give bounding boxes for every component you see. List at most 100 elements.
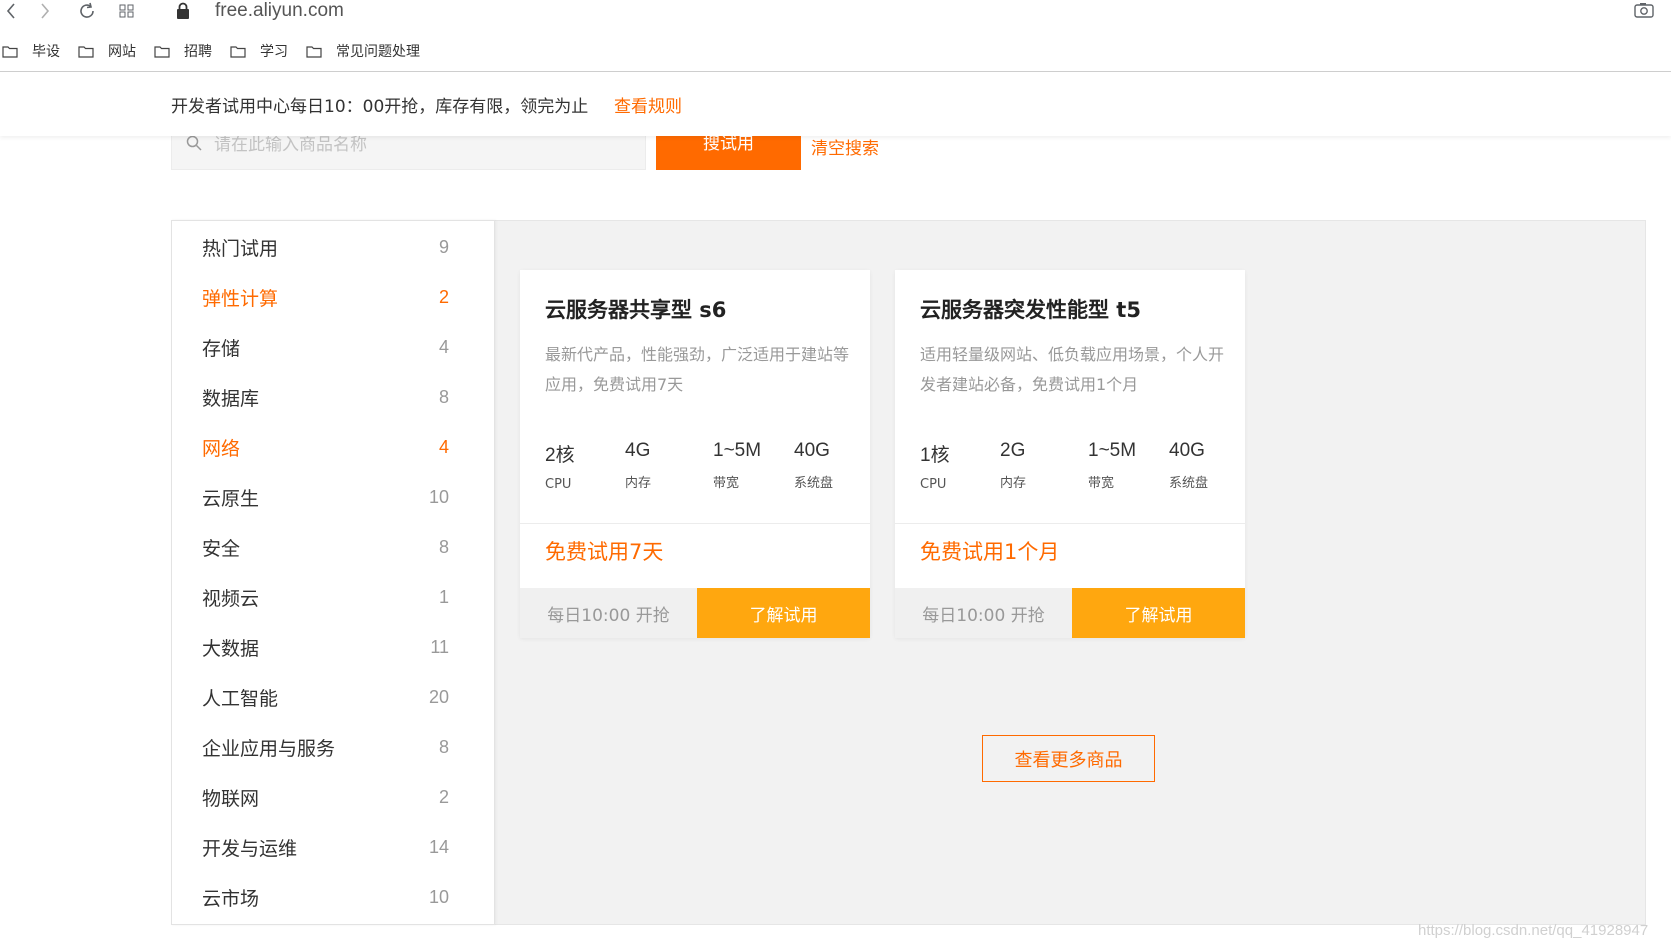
spec-disk: 40G 系统盘 [1169, 440, 1208, 491]
spec-value: 2核 [545, 445, 575, 466]
spec-value: 40G [794, 440, 830, 461]
category-item[interactable]: 大数据 11 [172, 622, 494, 672]
spec-value: 1~5M [713, 440, 762, 461]
address-bar-url[interactable]: free.aliyun.com [215, 0, 344, 22]
category-count: 8 [438, 736, 449, 757]
bookmark-folder[interactable]: 毕设 [2, 41, 60, 61]
apps-grid-icon [119, 4, 134, 18]
reload-icon [80, 2, 94, 18]
forward-button[interactable] [34, 0, 56, 22]
schedule-text: 每日10:00 开抢 [895, 588, 1072, 638]
product-card[interactable]: 云服务器突发性能型 t5 适用轻量级网站、低负载应用场景，个人开发者建站必备，免… [895, 270, 1245, 638]
category-count: 11 [430, 636, 449, 657]
learn-trial-button[interactable]: 了解试用 [697, 588, 870, 638]
spec-cpu: 2核 CPU [545, 440, 575, 492]
spec-bandwidth: 1~5M 带宽 [1088, 440, 1136, 491]
bookmarks-bar: 毕设 网站 招聘 学习 常见问题处理 [0, 36, 1671, 66]
category-label: 弹性计算 [202, 287, 279, 310]
apps-button[interactable] [116, 0, 138, 22]
forward-arrow-icon [41, 3, 50, 19]
spec-label: 内存 [625, 476, 652, 491]
category-item[interactable]: 云市场 10 [172, 872, 494, 922]
category-label: 开发与运维 [202, 837, 298, 860]
category-item[interactable]: 视频云 1 [172, 572, 494, 622]
category-item[interactable]: 数据库 8 [172, 372, 494, 422]
category-item[interactable]: 云原生 10 [172, 472, 494, 522]
category-label: 存储 [202, 337, 241, 360]
category-item[interactable]: 企业应用与服务 8 [172, 722, 494, 772]
bookmark-folder[interactable]: 网站 [78, 41, 136, 61]
category-count: 2 [438, 286, 449, 307]
watermark-text: https://blog.csdn.net/qq_41928947 [1418, 922, 1649, 939]
bookmark-label: 学习 [260, 44, 288, 60]
bookmark-folder[interactable]: 常见问题处理 [306, 41, 420, 61]
spec-label: CPU [545, 477, 572, 492]
view-more-products-button[interactable]: 查看更多商品 [982, 735, 1155, 782]
category-count: 4 [438, 436, 449, 457]
lock-icon [177, 2, 189, 19]
category-label: 大数据 [202, 637, 260, 660]
category-item[interactable]: 物联网 2 [172, 772, 494, 822]
spec-value: 40G [1169, 440, 1205, 461]
back-arrow-icon [6, 3, 15, 19]
category-label: 数据库 [202, 387, 260, 410]
folder-icon [230, 45, 246, 58]
category-count: 1 [438, 586, 449, 607]
category-label: 网络 [202, 437, 241, 460]
category-item[interactable]: 热门试用 9 [172, 222, 494, 272]
category-count: 20 [428, 686, 449, 707]
learn-trial-button[interactable]: 了解试用 [1072, 588, 1245, 638]
spec-value: 1核 [920, 445, 950, 466]
category-item-active[interactable]: 弹性计算 2 [172, 272, 494, 322]
product-description: 适用轻量级网站、低负载应用场景，个人开发者建站必备，免费试用1个月 [920, 345, 1225, 394]
browser-toolbar: free.aliyun.com [0, 0, 1671, 30]
product-title: 云服务器突发性能型 t5 [920, 298, 1141, 322]
category-label: 视频云 [202, 587, 260, 610]
category-count: 9 [438, 236, 449, 257]
reload-button[interactable] [76, 0, 98, 22]
category-count: 2 [438, 786, 449, 807]
category-item[interactable]: 安全 8 [172, 522, 494, 572]
spec-value: 2G [1000, 440, 1026, 461]
back-button[interactable] [0, 0, 22, 22]
category-label: 物联网 [202, 787, 260, 810]
category-label: 人工智能 [202, 687, 279, 710]
folder-icon [306, 45, 322, 58]
product-card[interactable]: 云服务器共享型 s6 最新代产品，性能强劲，广泛适用于建站等应用，免费试用7天 … [520, 270, 870, 638]
category-count: 10 [428, 886, 449, 907]
bookmark-folder[interactable]: 招聘 [154, 41, 212, 61]
spec-disk: 40G 系统盘 [794, 440, 833, 491]
bookmark-label: 毕设 [32, 44, 60, 60]
spec-cpu: 1核 CPU [920, 440, 950, 492]
spec-label: 系统盘 [1169, 476, 1209, 491]
category-item[interactable]: 开发与运维 14 [172, 822, 494, 872]
spec-value: 4G [625, 440, 651, 461]
spec-value: 1~5M [1088, 440, 1137, 461]
card-divider [520, 523, 870, 524]
category-item[interactable]: 人工智能 20 [172, 672, 494, 722]
category-label: 企业应用与服务 [202, 737, 336, 760]
bookmark-label: 常见问题处理 [336, 44, 420, 60]
category-item-hover[interactable]: 网络 4 [172, 422, 494, 472]
schedule-text: 每日10:00 开抢 [520, 588, 697, 638]
spec-bandwidth: 1~5M 带宽 [713, 440, 761, 491]
bookmark-label: 招聘 [184, 44, 212, 60]
bookmark-folder[interactable]: 学习 [230, 41, 288, 61]
bookmark-label: 网站 [108, 44, 136, 60]
folder-icon [2, 45, 18, 58]
clear-search-link[interactable]: 清空搜索 [811, 134, 879, 159]
folder-icon [78, 45, 94, 58]
promo-text: 免费试用7天 [545, 540, 664, 564]
category-label: 安全 [202, 537, 241, 560]
spec-memory: 4G 内存 [625, 440, 651, 491]
category-label: 云市场 [202, 887, 260, 910]
notice-bar: 开发者试用中心每日10：00开抢，库存有限，领完为止 查看规则 [0, 72, 1671, 136]
category-sidebar: 热门试用 9 弹性计算 2 存储 4 数据库 8 网络 4 云原生 10 安全 … [171, 220, 495, 925]
category-label: 云原生 [202, 487, 260, 510]
camera-icon[interactable] [1634, 2, 1654, 18]
search-icon [186, 135, 202, 151]
promo-text: 免费试用1个月 [920, 540, 1060, 564]
folder-icon [154, 45, 170, 58]
category-item[interactable]: 存储 4 [172, 322, 494, 372]
view-rules-link[interactable]: 查看规则 [614, 92, 682, 117]
